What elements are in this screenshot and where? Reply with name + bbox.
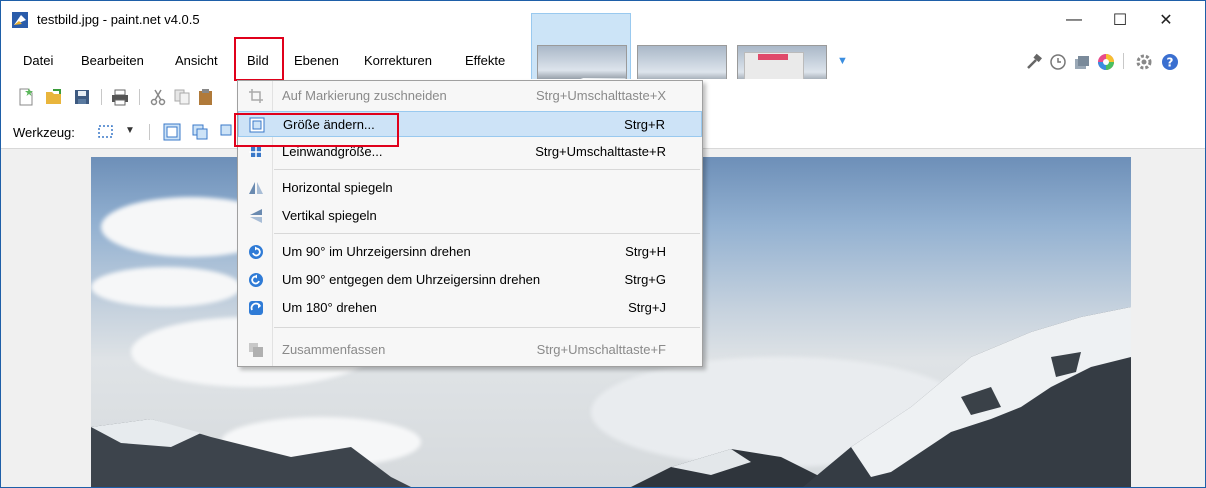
print-icon[interactable] <box>111 88 129 106</box>
rectangle-select-icon[interactable] <box>97 123 115 141</box>
crop-icon <box>249 89 263 103</box>
menu-item-label: Um 90° im Uhrzeigersinn drehen <box>282 244 471 259</box>
bild-menu-highlight <box>234 37 284 81</box>
menu-item-shortcut: Strg+J <box>628 300 666 315</box>
close-button[interactable]: ✕ <box>1143 5 1189 35</box>
menu-item-rotate-180[interactable]: Um 180° drehen Strg+J <box>238 295 702 321</box>
menu-item-shortcut: Strg+G <box>624 272 666 287</box>
menu-item-label: Horizontal spiegeln <box>282 180 393 195</box>
cut-scissors-icon[interactable] <box>149 88 167 106</box>
selection-mode-replace-icon[interactable] <box>163 123 181 141</box>
rotate-180-icon <box>249 301 263 315</box>
menu-separator <box>274 233 700 234</box>
tools-hammer-icon[interactable] <box>1025 53 1043 71</box>
rotate-ccw-icon <box>249 273 263 287</box>
colors-wheel-icon[interactable] <box>1097 53 1115 71</box>
menu-ansicht[interactable]: Ansicht <box>175 53 218 68</box>
menu-item-label: Um 180° drehen <box>282 300 377 315</box>
menu-item-label: Zusammenfassen <box>282 342 386 357</box>
svg-text:?: ? <box>1167 56 1174 70</box>
new-file-icon[interactable] <box>17 88 35 106</box>
toolbar-divider <box>149 124 150 140</box>
open-folder-icon[interactable] <box>45 88 63 106</box>
window-title: testbild.jpg - paint.net v4.0.5 <box>37 12 200 27</box>
menu-item-shortcut: Strg+Umschalttaste+R <box>535 144 666 159</box>
selection-mode-union-icon[interactable] <box>191 123 209 141</box>
menu-item-shortcut: Strg+R <box>624 117 665 132</box>
menu-item-label: Vertikal spiegeln <box>282 208 377 223</box>
menu-ebenen[interactable]: Ebenen <box>294 53 339 68</box>
minimize-button[interactable]: — <box>1051 5 1097 35</box>
tool-dropdown-chevron-icon[interactable]: ▼ <box>125 125 135 136</box>
menu-item-flatten[interactable]: Zusammenfassen Strg+Umschalttaste+F <box>238 337 702 363</box>
menu-separator <box>274 169 700 170</box>
menu-item-shortcut: Strg+H <box>625 244 666 259</box>
toolbar-divider <box>101 89 102 105</box>
copy-icon[interactable] <box>173 88 191 106</box>
menu-separator <box>274 327 700 328</box>
app-window: testbild.jpg - paint.net v4.0.5 — ☐ ✕ Da… <box>0 0 1206 488</box>
layers-icon[interactable] <box>1073 53 1091 71</box>
menu-item-rotate-ccw[interactable]: Um 90° entgegen dem Uhrzeigersinn drehen… <box>238 267 702 293</box>
toolbar-divider <box>139 89 140 105</box>
menu-item-label: Um 90° entgegen dem Uhrzeigersinn drehen <box>282 272 541 287</box>
toolbar-divider <box>1123 53 1124 69</box>
resize-item-highlight <box>234 113 399 147</box>
tool-label: Werkzeug: <box>13 125 75 140</box>
menu-korrekturen[interactable]: Korrekturen <box>364 53 432 68</box>
history-clock-icon[interactable] <box>1049 53 1067 71</box>
menu-item-shortcut: Strg+Umschalttaste+F <box>536 342 666 357</box>
save-disk-icon[interactable] <box>73 88 91 106</box>
menu-item-rotate-cw[interactable]: Um 90° im Uhrzeigersinn drehen Strg+H <box>238 239 702 265</box>
paintnet-app-icon <box>12 12 28 28</box>
menu-item-shortcut: Strg+Umschalttaste+X <box>535 88 666 103</box>
menu-item-flip-horizontal[interactable]: Horizontal spiegeln <box>238 175 702 201</box>
menu-bearbeiten[interactable]: Bearbeiten <box>81 53 144 68</box>
maximize-button[interactable]: ☐ <box>1097 5 1143 35</box>
flip-vertical-icon <box>250 209 262 223</box>
flatten-icon <box>249 343 263 357</box>
menu-effekte[interactable]: Effekte <box>465 53 505 68</box>
chevron-down-icon[interactable]: ▼ <box>837 55 848 67</box>
paste-icon[interactable] <box>197 88 215 106</box>
menu-item-flip-vertical[interactable]: Vertikal spiegeln <box>238 203 702 229</box>
rotate-cw-icon <box>249 245 263 259</box>
flip-horizontal-icon <box>249 182 263 194</box>
help-icon[interactable]: ? <box>1161 53 1179 71</box>
menu-item-crop[interactable]: Auf Markierung zuschneiden Strg+Umschalt… <box>238 83 702 109</box>
menu-datei[interactable]: Datei <box>23 53 53 68</box>
menu-item-label: Auf Markierung zuschneiden <box>282 88 447 103</box>
gear-icon[interactable] <box>1135 53 1153 71</box>
